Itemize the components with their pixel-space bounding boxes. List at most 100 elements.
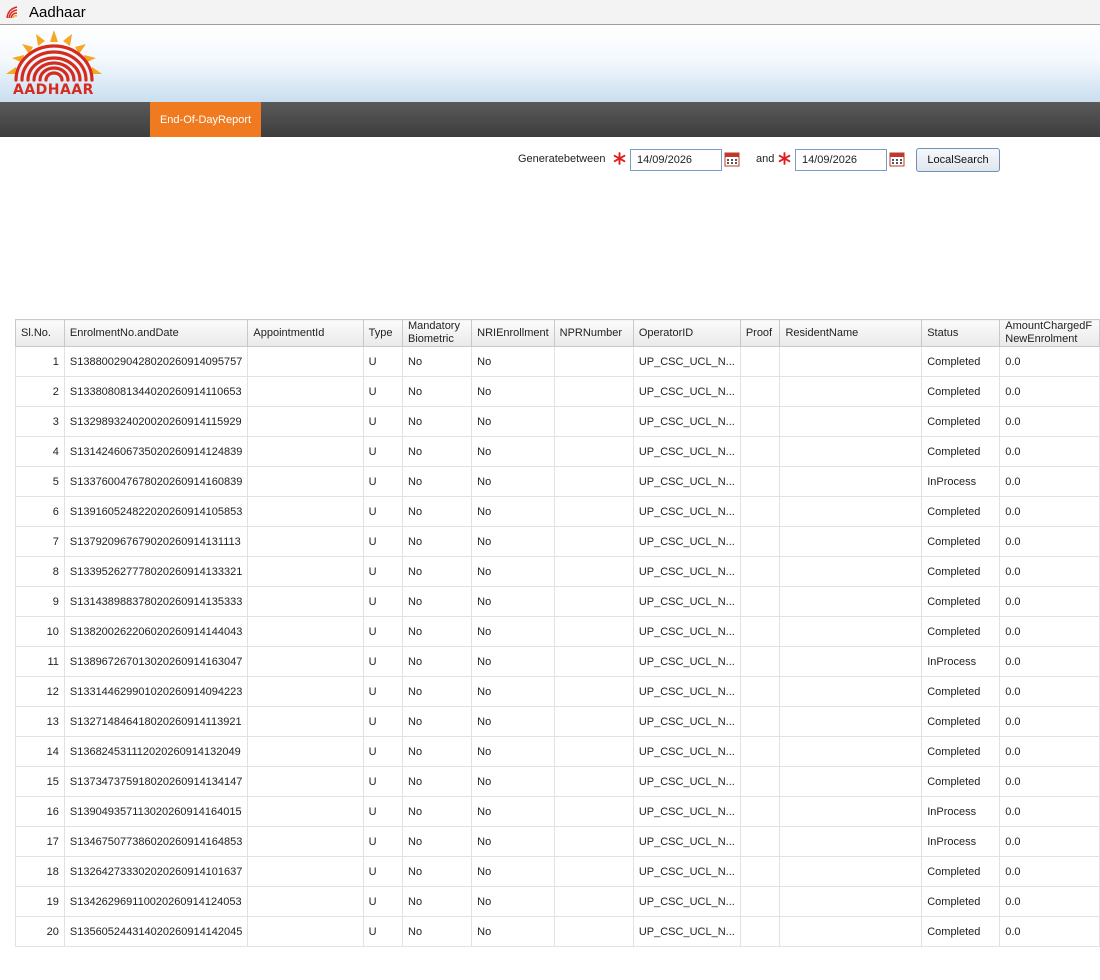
cell-sl-no: 20	[15, 916, 65, 947]
eod-report-table: Sl.No. EnrolmentNo.andDate AppointmentId…	[15, 319, 1100, 947]
cell-mandatory-biometric: No	[401, 796, 473, 827]
cell-sl-no: 15	[15, 766, 65, 797]
cell-npr-number	[553, 766, 634, 797]
cell-resident-name	[779, 406, 923, 437]
cell-npr-number	[553, 496, 634, 527]
cell-type: U	[362, 586, 404, 617]
cell-sl-no: 19	[15, 886, 65, 917]
table-row[interactable]: 12 S133144629901020260914094223 U No No UP_CS…	[15, 676, 1100, 707]
cell-type: U	[362, 496, 404, 527]
cell-amount-charged: 0.0	[999, 346, 1100, 377]
col-amount-charged[interactable]: AmountChargedF NewEnrolment	[999, 319, 1100, 347]
cell-enrolment-no: S133952627778020260914133321	[63, 556, 249, 587]
tab-end-of-day-report[interactable]: End-Of-DayReport	[150, 102, 261, 137]
cell-enrolment-no: S134675077386020260914164853	[63, 826, 249, 857]
cell-amount-charged: 0.0	[999, 916, 1100, 947]
cell-status: Completed	[921, 346, 1001, 377]
cell-npr-number	[553, 376, 634, 407]
cell-operator-id: UP_CSC_UCL_N...	[632, 646, 741, 677]
cell-sl-no: 9	[15, 586, 65, 617]
table-row[interactable]: 5 S133760047678020260914160839 U No No UP_CSC…	[15, 466, 1100, 497]
cell-mandatory-biometric: No	[401, 886, 473, 917]
cell-operator-id: UP_CSC_UCL_N...	[632, 496, 741, 527]
table-row[interactable]: 16 S139049357113020260914164015 U No No UP_CS…	[15, 796, 1100, 827]
table-row[interactable]: 19 S134262969110020260914124053 U No No UP_CS…	[15, 886, 1100, 917]
cell-resident-name	[779, 466, 923, 497]
table-row[interactable]: 18 S132642733302020260914101637 U No No UP_CS…	[15, 856, 1100, 887]
col-status[interactable]: Status	[921, 319, 1001, 347]
calendar-icon[interactable]	[889, 151, 905, 167]
local-search-button[interactable]: LocalSearch	[916, 148, 1000, 172]
col-amount-line2: NewEnrolment	[1005, 333, 1078, 345]
table-row[interactable]: 7 S137920967679020260914131113 U No No UP_CSC…	[15, 526, 1100, 557]
date-filter-row: Generatebetween 14/09/2026 and 14/09/202…	[0, 148, 1100, 172]
cell-sl-no: 16	[15, 796, 65, 827]
window-titlebar: Aadhaar	[0, 0, 1100, 25]
cell-npr-number	[553, 796, 634, 827]
cell-amount-charged: 0.0	[999, 706, 1100, 737]
cell-appointment-id	[247, 496, 364, 527]
col-amount-line1: AmountChargedF	[1005, 320, 1093, 333]
cell-mandatory-biometric: No	[401, 466, 473, 497]
table-row[interactable]: 2 S133808081344020260914110653 U No No UP_CSC…	[15, 376, 1100, 407]
table-row[interactable]: 3 S132989324020020260914115929 U No No UP_CSC…	[15, 406, 1100, 437]
col-nri-enrollment[interactable]: NRIEnrollment	[471, 319, 555, 347]
cell-mandatory-biometric: No	[401, 676, 473, 707]
table-header-row: Sl.No. EnrolmentNo.andDate AppointmentId…	[15, 319, 1100, 347]
cell-nri-enrollment: No	[471, 766, 555, 797]
cell-status: Completed	[921, 676, 1001, 707]
required-asterisk-icon	[613, 152, 626, 165]
cell-appointment-id	[247, 616, 364, 647]
cell-proof	[739, 436, 781, 467]
cell-nri-enrollment: No	[471, 826, 555, 857]
table-row[interactable]: 6 S139160524822020260914105853 U No No UP_CSC…	[15, 496, 1100, 527]
table-row[interactable]: 17 S134675077386020260914164853 U No No UP_CS…	[15, 826, 1100, 857]
cell-enrolment-no: S133144629901020260914094223	[63, 676, 249, 707]
cell-nri-enrollment: No	[471, 436, 555, 467]
table-row[interactable]: 4 S131424606735020260914124839 U No No UP_CSC…	[15, 436, 1100, 467]
col-operator-id[interactable]: OperatorID	[632, 319, 741, 347]
cell-amount-charged: 0.0	[999, 796, 1100, 827]
main-navbar: End-Of-DayReport	[0, 102, 1100, 137]
col-resident-name[interactable]: ResidentName	[779, 319, 923, 347]
cell-resident-name	[779, 736, 923, 767]
col-proof[interactable]: Proof	[739, 319, 781, 347]
table-row[interactable]: 15 S137347375918020260914134147 U No No UP_CS…	[15, 766, 1100, 797]
col-npr-number[interactable]: NPRNumber	[553, 319, 634, 347]
col-appointment-id[interactable]: AppointmentId	[247, 319, 364, 347]
col-mandatory-biometric[interactable]: Mandatory Biometric	[401, 319, 473, 347]
cell-status: Completed	[921, 556, 1001, 587]
table-row[interactable]: 8 S133952627778020260914133321 U No No UP_CSC…	[15, 556, 1100, 587]
table-row[interactable]: 20 S135605244314020260914142045 U No No UP_CS…	[15, 916, 1100, 947]
cell-enrolment-no: S133760047678020260914160839	[63, 466, 249, 497]
cell-type: U	[362, 676, 404, 707]
cell-mandatory-biometric: No	[401, 526, 473, 557]
cell-amount-charged: 0.0	[999, 436, 1100, 467]
table-row[interactable]: 9 S131438988378020260914135333 U No No UP_CSC…	[15, 586, 1100, 617]
cell-nri-enrollment: No	[471, 856, 555, 887]
cell-resident-name	[779, 496, 923, 527]
table-row[interactable]: 13 S132714846418020260914113921 U No No UP_CS…	[15, 706, 1100, 737]
cell-proof	[739, 346, 781, 377]
col-type[interactable]: Type	[362, 319, 404, 347]
from-date-input[interactable]: 14/09/2026	[630, 149, 722, 171]
table-row[interactable]: 10 S138200262206020260914144043 U No No UP_CS…	[15, 616, 1100, 647]
cell-npr-number	[553, 346, 634, 377]
to-date-input[interactable]: 14/09/2026	[795, 149, 887, 171]
cell-mandatory-biometric: No	[401, 556, 473, 587]
logo-wordmark: AADHAAR	[13, 82, 94, 98]
table-row[interactable]: 1 S138800290428020260914095757 U No No UP_CSC…	[15, 346, 1100, 377]
cell-amount-charged: 0.0	[999, 616, 1100, 647]
col-enrolment[interactable]: EnrolmentNo.andDate	[63, 319, 249, 347]
table-row[interactable]: 11 S138967267013020260914163047 U No No UP_CS…	[15, 646, 1100, 677]
cell-resident-name	[779, 586, 923, 617]
table-row[interactable]: 14 S136824531112020260914132049 U No No UP_CS…	[15, 736, 1100, 767]
cell-operator-id: UP_CSC_UCL_N...	[632, 826, 741, 857]
cell-proof	[739, 376, 781, 407]
cell-status: InProcess	[921, 796, 1001, 827]
calendar-icon[interactable]	[724, 151, 740, 167]
and-label: and	[756, 153, 775, 165]
cell-amount-charged: 0.0	[999, 406, 1100, 437]
cell-operator-id: UP_CSC_UCL_N...	[632, 556, 741, 587]
col-sl-no[interactable]: Sl.No.	[15, 319, 65, 347]
